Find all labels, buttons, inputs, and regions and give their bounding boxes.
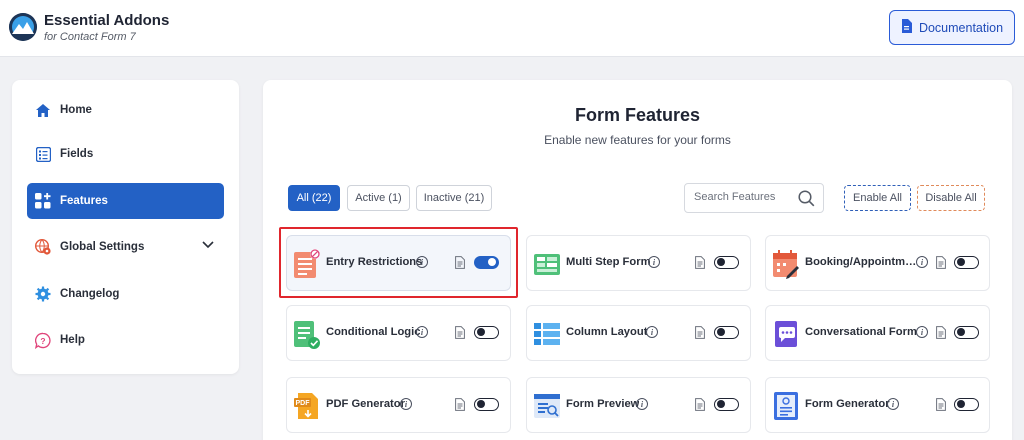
- essential-addons-logo-icon: [9, 13, 37, 41]
- feature-card-form-preview[interactable]: Form Preview i: [526, 377, 751, 433]
- booking-icon: [773, 249, 799, 279]
- sidebar-item-features[interactable]: Features: [27, 183, 224, 219]
- toggle-knob: [716, 400, 725, 408]
- document-icon[interactable]: [936, 398, 946, 411]
- toggle-knob: [956, 258, 965, 266]
- document-icon[interactable]: [936, 326, 946, 339]
- svg-text:PDF: PDF: [296, 400, 311, 407]
- sidebar-item-home[interactable]: Home: [27, 92, 224, 128]
- feature-toggle[interactable]: [954, 326, 979, 339]
- feature-toggle[interactable]: [474, 326, 499, 339]
- sidebar-item-label: Fields: [60, 148, 94, 160]
- feature-name: Conversational Form: [805, 326, 917, 338]
- info-icon[interactable]: i: [887, 398, 899, 410]
- sidebar-item-label: Changelog: [60, 288, 120, 300]
- search-input[interactable]: [694, 191, 794, 203]
- highlight-box: [279, 227, 518, 298]
- feature-name: Multi Step Form: [566, 256, 651, 268]
- document-icon[interactable]: [695, 398, 705, 411]
- features-icon: [35, 193, 51, 209]
- info-icon[interactable]: i: [916, 326, 928, 338]
- form-preview-icon: [534, 391, 560, 421]
- conversational-form-icon: [773, 319, 799, 349]
- tab-inactive[interactable]: Inactive (21): [416, 185, 492, 211]
- toggle-knob: [476, 400, 485, 408]
- document-icon[interactable]: [455, 398, 465, 411]
- feature-card-conversational-form[interactable]: Conversational Form i: [765, 305, 990, 361]
- feature-toggle[interactable]: [714, 398, 739, 411]
- svg-text:?: ?: [40, 335, 45, 345]
- feature-card-multi-step-form[interactable]: Multi Step Form i: [526, 235, 751, 291]
- info-icon[interactable]: i: [648, 256, 660, 268]
- app-subtitle: for Contact Form 7: [44, 31, 136, 43]
- search-features-field[interactable]: [684, 183, 824, 213]
- sidebar-item-help[interactable]: ? Help: [27, 322, 224, 358]
- sidebar-item-fields[interactable]: Fields: [27, 136, 224, 172]
- multi-step-form-icon: [534, 249, 560, 279]
- tab-active[interactable]: Active (1): [347, 185, 410, 211]
- app-title: Essential Addons: [44, 12, 170, 29]
- feature-toggle[interactable]: [474, 398, 499, 411]
- form-generator-icon: [773, 391, 799, 421]
- chevron-down-icon[interactable]: [202, 240, 214, 252]
- sidebar-item-label: Global Settings: [60, 241, 145, 253]
- sidebar-item-label: Features: [60, 195, 108, 207]
- feature-toggle[interactable]: [714, 256, 739, 269]
- document-icon[interactable]: [695, 256, 705, 269]
- documentation-label: Documentation: [918, 20, 1004, 35]
- toggle-knob: [716, 328, 725, 336]
- page-title: Form Features: [574, 105, 701, 125]
- feature-toggle[interactable]: [954, 256, 979, 269]
- search-icon[interactable]: [798, 190, 815, 212]
- conditional-logic-icon: [294, 319, 320, 349]
- toggle-knob: [476, 328, 485, 336]
- pdf-generator-icon: PDF: [294, 391, 320, 421]
- document-icon[interactable]: [695, 326, 705, 339]
- feature-card-booking[interactable]: Booking/Appointment i: [765, 235, 990, 291]
- info-icon[interactable]: i: [416, 326, 428, 338]
- info-icon[interactable]: i: [636, 398, 648, 410]
- feature-name: Form Generator: [805, 398, 890, 410]
- help-icon: ?: [35, 332, 51, 349]
- feature-name: Form Preview: [566, 398, 640, 410]
- global-settings-icon: [35, 239, 51, 255]
- document-icon: [901, 19, 912, 36]
- feature-card-form-generator[interactable]: Form Generator i: [765, 377, 990, 433]
- tab-all[interactable]: All (22): [288, 185, 340, 211]
- page-subtitle: Enable new features for your forms: [544, 133, 731, 147]
- column-layout-icon: [534, 319, 560, 349]
- document-icon[interactable]: [455, 326, 465, 339]
- info-icon[interactable]: i: [916, 256, 928, 268]
- top-bar: Essential Addons for Contact Form 7 Docu…: [0, 0, 1024, 57]
- feature-name: PDF Generator: [326, 398, 405, 410]
- sidebar-item-changelog[interactable]: Changelog: [27, 276, 224, 312]
- toggle-knob: [956, 400, 965, 408]
- feature-toggle[interactable]: [954, 398, 979, 411]
- disable-all-button[interactable]: Disable All: [917, 185, 985, 211]
- feature-name: Booking/Appointment: [805, 256, 917, 268]
- sidebar-item-label: Home: [60, 104, 92, 116]
- sidebar: Home Fields Features Global Settings Cha…: [12, 80, 239, 374]
- toggle-knob: [716, 258, 725, 266]
- feature-toggle[interactable]: [714, 326, 739, 339]
- document-icon[interactable]: [936, 256, 946, 269]
- feature-name: Conditional Logic: [326, 326, 421, 338]
- feature-card-column-layout[interactable]: Column Layout i: [526, 305, 751, 361]
- feature-card-conditional-logic[interactable]: Conditional Logic i: [286, 305, 511, 361]
- fields-icon: [35, 146, 51, 162]
- home-icon: [35, 102, 51, 118]
- sidebar-item-label: Help: [60, 334, 85, 346]
- info-icon[interactable]: i: [646, 326, 658, 338]
- sidebar-item-global-settings[interactable]: Global Settings: [27, 229, 224, 265]
- enable-all-button[interactable]: Enable All: [844, 185, 911, 211]
- feature-card-pdf-generator[interactable]: PDF PDF Generator i: [286, 377, 511, 433]
- documentation-button[interactable]: Documentation: [889, 10, 1015, 45]
- changelog-icon: [35, 286, 51, 302]
- feature-name: Column Layout: [566, 326, 648, 338]
- toggle-knob: [956, 328, 965, 336]
- info-icon[interactable]: i: [400, 398, 412, 410]
